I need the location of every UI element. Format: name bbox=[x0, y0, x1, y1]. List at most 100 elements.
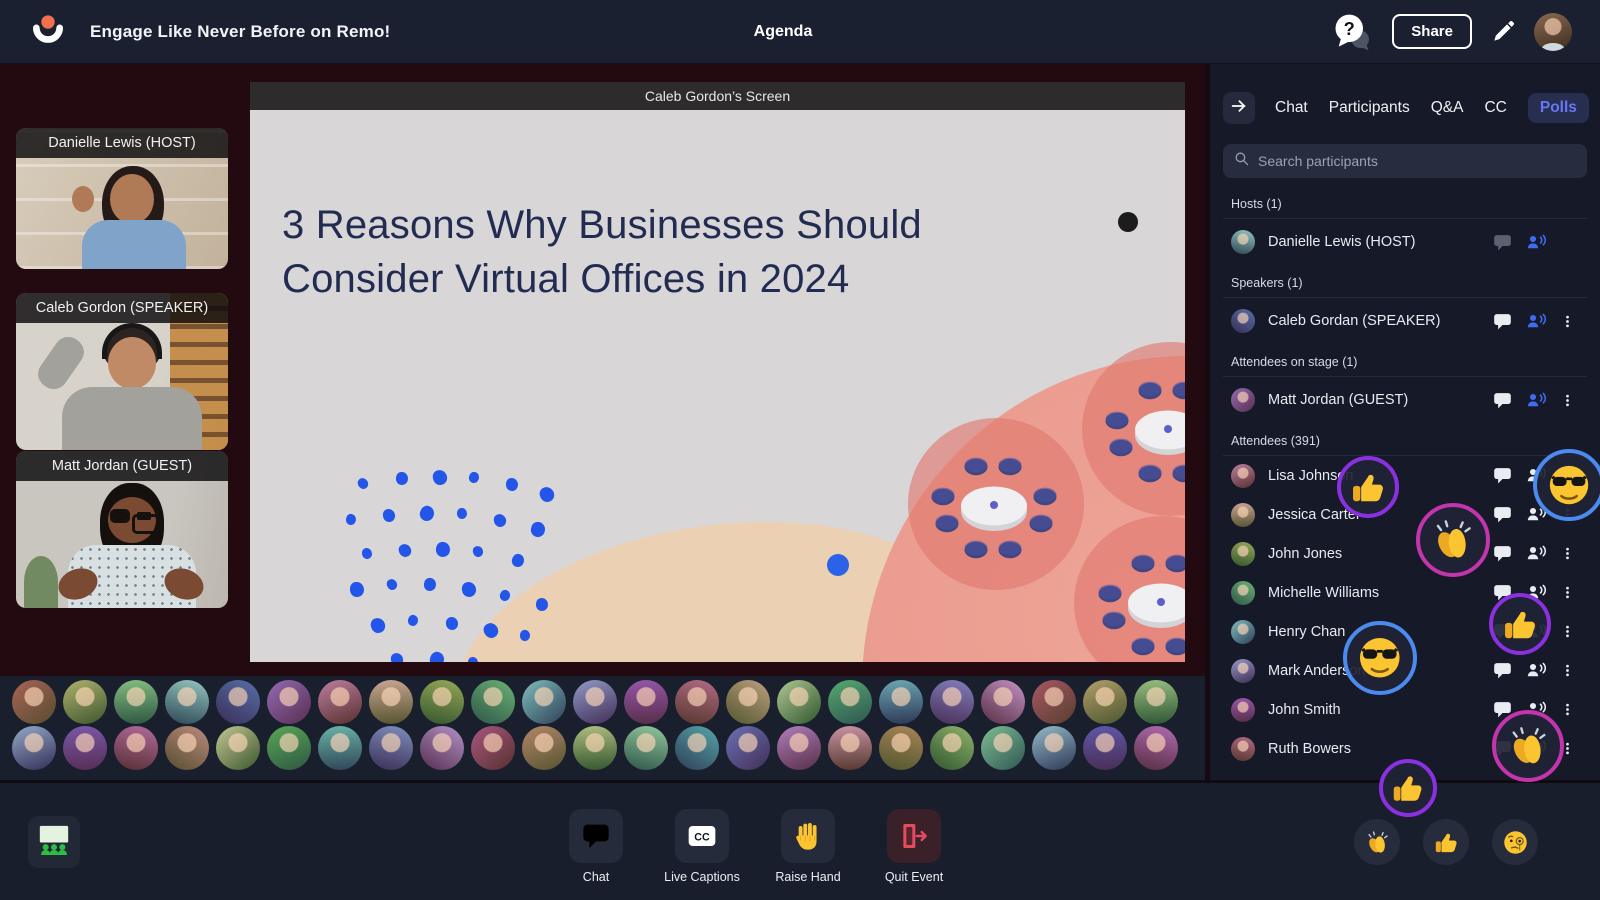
attendee-avatar[interactable] bbox=[573, 726, 617, 770]
attendee-avatar[interactable] bbox=[318, 680, 362, 724]
kebab-menu-icon[interactable] bbox=[1560, 311, 1575, 332]
video-tile-matt[interactable]: Matt Jordan (GUEST) bbox=[16, 451, 228, 608]
live-captions-button[interactable]: CCLive Captions bbox=[674, 809, 730, 884]
tab-polls[interactable]: Polls bbox=[1528, 93, 1589, 123]
attendee-avatar[interactable] bbox=[726, 726, 770, 770]
tab-chat[interactable]: Chat bbox=[1275, 99, 1308, 117]
collapse-sidebar-button[interactable] bbox=[1223, 92, 1255, 124]
share-button[interactable]: Share bbox=[1392, 14, 1472, 49]
attendee-avatar[interactable] bbox=[63, 680, 107, 724]
attendee-avatar[interactable] bbox=[318, 726, 362, 770]
attendee-avatar[interactable] bbox=[1134, 680, 1178, 724]
attendee-avatar[interactable] bbox=[114, 726, 158, 770]
attendee-avatar[interactable] bbox=[471, 680, 515, 724]
attendee-avatar[interactable] bbox=[624, 726, 668, 770]
attendee-avatar[interactable] bbox=[165, 680, 209, 724]
chat-button[interactable]: Chat bbox=[568, 809, 624, 884]
kebab-menu-icon[interactable] bbox=[1560, 390, 1575, 411]
attendee-avatar[interactable] bbox=[1083, 726, 1127, 770]
attendee-avatar[interactable] bbox=[624, 680, 668, 724]
chat-bubble-icon[interactable] bbox=[1492, 543, 1513, 564]
attendee-avatar[interactable] bbox=[930, 726, 974, 770]
attendee-avatar[interactable] bbox=[522, 726, 566, 770]
attendee-avatar[interactable] bbox=[471, 726, 515, 770]
kebab-menu-icon[interactable] bbox=[1560, 543, 1575, 564]
attendee-avatar[interactable] bbox=[726, 680, 770, 724]
search-box[interactable] bbox=[1223, 144, 1587, 178]
speaker-person-icon[interactable] bbox=[1526, 232, 1547, 253]
event-title: Engage Like Never Before on Remo! bbox=[90, 22, 390, 42]
video-tile-caleb[interactable]: Caleb Gordon (SPEAKER) bbox=[16, 293, 228, 450]
participant-row[interactable]: Matt Jordan (GUEST) bbox=[1223, 377, 1587, 423]
video-tile-danielle[interactable]: Danielle Lewis (HOST) bbox=[16, 128, 228, 269]
search-input[interactable] bbox=[1258, 153, 1577, 169]
attendee-avatar[interactable] bbox=[63, 726, 107, 770]
reaction-clap-button[interactable] bbox=[1354, 819, 1400, 865]
chat-bubble-icon[interactable] bbox=[1492, 390, 1513, 411]
attendee-avatar[interactable] bbox=[369, 726, 413, 770]
cc-icon: CC bbox=[675, 809, 729, 863]
attendee-avatar[interactable] bbox=[1032, 680, 1076, 724]
attendee-avatar[interactable] bbox=[420, 726, 464, 770]
attendee-avatar[interactable] bbox=[675, 680, 719, 724]
speaker-person-icon[interactable] bbox=[1526, 311, 1547, 332]
attendee-avatar[interactable] bbox=[879, 680, 923, 724]
chat-bubble-icon[interactable] bbox=[1492, 311, 1513, 332]
attendee-avatar[interactable] bbox=[267, 680, 311, 724]
attendee-avatar[interactable] bbox=[369, 680, 413, 724]
kebab-menu-icon[interactable] bbox=[1560, 582, 1575, 603]
raise-hand-button[interactable]: Raise Hand bbox=[780, 809, 836, 884]
agenda-link[interactable]: Agenda bbox=[754, 23, 813, 41]
remo-logo-icon[interactable] bbox=[28, 12, 68, 52]
participant-row[interactable]: Jessica Carter bbox=[1223, 495, 1587, 534]
attendee-avatar[interactable] bbox=[777, 680, 821, 724]
participant-row[interactable]: Caleb Gordan (SPEAKER) bbox=[1223, 298, 1587, 344]
attendee-avatar[interactable] bbox=[981, 726, 1025, 770]
chat-bubble-icon[interactable] bbox=[1492, 465, 1513, 486]
quit-event-button[interactable]: Quit Event bbox=[886, 809, 942, 884]
attendee-avatar[interactable] bbox=[12, 726, 56, 770]
attendee-avatar[interactable] bbox=[1134, 726, 1178, 770]
attendee-avatar[interactable] bbox=[12, 680, 56, 724]
tab-cc[interactable]: CC bbox=[1484, 99, 1506, 117]
participant-row[interactable]: Danielle Lewis (HOST) bbox=[1223, 219, 1587, 265]
attendee-avatar[interactable] bbox=[777, 726, 821, 770]
attendee-avatar[interactable] bbox=[114, 680, 158, 724]
reaction-monocle-face-button[interactable] bbox=[1492, 819, 1538, 865]
kebab-menu-icon[interactable] bbox=[1560, 621, 1575, 642]
speaker-person-icon[interactable] bbox=[1526, 390, 1547, 411]
attendee-avatar[interactable] bbox=[420, 680, 464, 724]
attendee-avatar[interactable] bbox=[828, 680, 872, 724]
help-icon[interactable]: ? bbox=[1330, 10, 1374, 54]
attendee-avatar[interactable] bbox=[1083, 680, 1127, 724]
attendee-avatar[interactable] bbox=[981, 680, 1025, 724]
attendee-avatar[interactable] bbox=[879, 726, 923, 770]
tab-qa[interactable]: Q&A bbox=[1431, 99, 1464, 117]
tab-participants[interactable]: Participants bbox=[1329, 99, 1410, 117]
speaker-person-icon[interactable] bbox=[1526, 660, 1547, 681]
edit-pencil-icon[interactable] bbox=[1490, 19, 1516, 45]
chat-bubble-icon[interactable] bbox=[1492, 232, 1513, 253]
user-avatar[interactable] bbox=[1534, 13, 1572, 51]
speaker-person-icon[interactable] bbox=[1526, 543, 1547, 564]
chat-bubble-icon[interactable] bbox=[1492, 660, 1513, 681]
attendee-avatar[interactable] bbox=[675, 726, 719, 770]
attendee-avatar[interactable] bbox=[1032, 726, 1076, 770]
kebab-menu-icon[interactable] bbox=[1560, 660, 1575, 681]
attendee-avatar[interactable] bbox=[930, 680, 974, 724]
attendee-avatar[interactable] bbox=[216, 680, 260, 724]
audience-view-button[interactable] bbox=[28, 816, 80, 868]
participant-avatar bbox=[1231, 581, 1255, 605]
participant-row[interactable]: John Jones bbox=[1223, 534, 1587, 573]
reaction-thumbs-up-button[interactable] bbox=[1423, 819, 1469, 865]
kebab-menu-icon[interactable] bbox=[1560, 699, 1575, 720]
attendee-avatar[interactable] bbox=[573, 680, 617, 724]
topbar: Engage Like Never Before on Remo! Agenda… bbox=[0, 0, 1600, 64]
attendee-avatar[interactable] bbox=[165, 726, 209, 770]
attendee-avatar[interactable] bbox=[828, 726, 872, 770]
attendee-avatar[interactable] bbox=[522, 680, 566, 724]
floating-reaction-sunglasses-face bbox=[1533, 449, 1600, 521]
attendee-avatar[interactable] bbox=[267, 726, 311, 770]
chat-bubble-icon[interactable] bbox=[1492, 504, 1513, 525]
attendee-avatar[interactable] bbox=[216, 726, 260, 770]
